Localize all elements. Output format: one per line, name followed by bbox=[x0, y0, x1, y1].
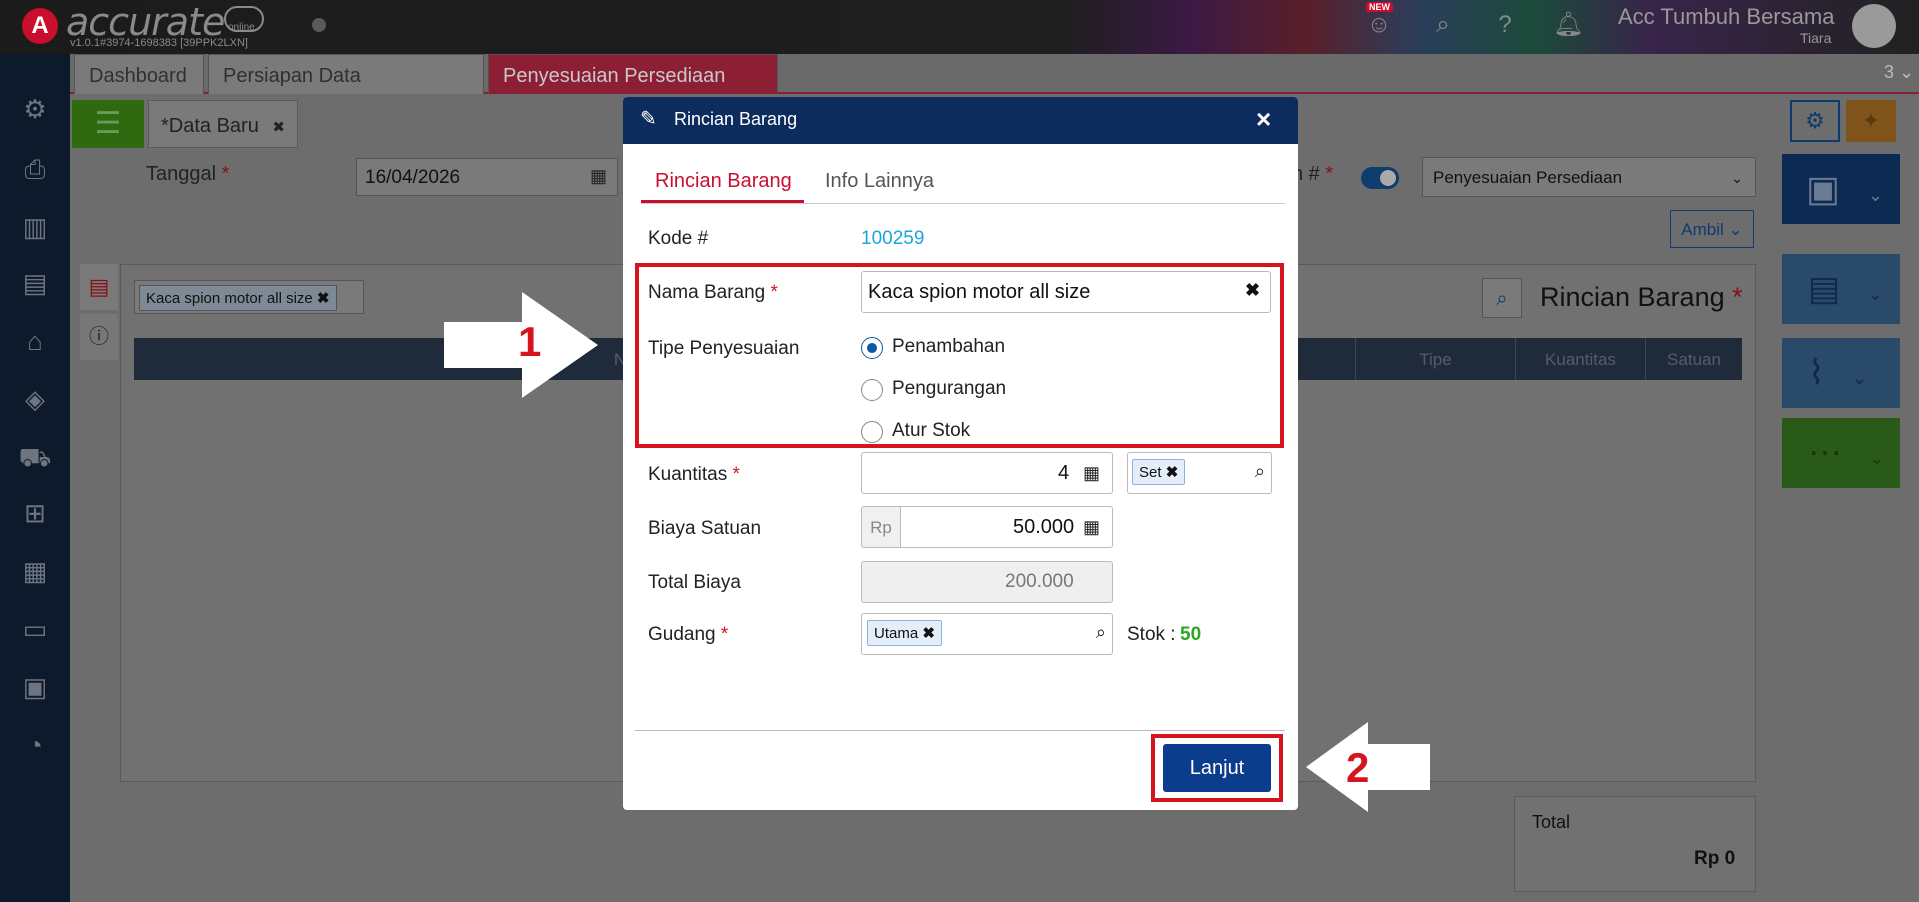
bank-icon[interactable]: ⌂ bbox=[18, 324, 52, 358]
lightbulb-icon[interactable]: ✦ bbox=[1846, 100, 1896, 142]
item-search-input[interactable]: Kaca spion motor all size ✖ bbox=[134, 280, 364, 314]
building-icon[interactable]: ▥ bbox=[18, 210, 52, 244]
subtab-data-baru[interactable]: *Data Baru ✖ bbox=[148, 100, 298, 148]
subtab-label: *Data Baru bbox=[161, 115, 259, 137]
highlight-box-1 bbox=[635, 263, 1284, 448]
active-tab-underline bbox=[641, 200, 804, 203]
logo-sub: online bbox=[228, 22, 255, 33]
report-chart-icon[interactable]: ◔ bbox=[18, 728, 52, 762]
biaya-satuan-input[interactable] bbox=[900, 506, 1113, 548]
user-name: Tiara bbox=[1800, 30, 1832, 46]
status-dot-icon bbox=[312, 18, 326, 32]
tanggal-label: Tanggal * bbox=[146, 163, 230, 185]
chevron-down-icon: ⌄ bbox=[1731, 170, 1743, 186]
kode-value: 100259 bbox=[861, 228, 925, 249]
search-icon[interactable]: ⌕ bbox=[1255, 461, 1265, 482]
ledger-book-icon[interactable]: ▤ bbox=[18, 266, 52, 300]
total-biaya-label: Total Biaya bbox=[648, 572, 741, 593]
lanjut-button[interactable]: Lanjut bbox=[1163, 744, 1271, 792]
tabs-divider bbox=[641, 203, 1285, 204]
list-icon[interactable]: ☰ bbox=[72, 100, 144, 148]
calculator-icon[interactable]: ▦ bbox=[1083, 463, 1100, 484]
total-biaya-value: 200.000 bbox=[1005, 571, 1074, 592]
calculator-icon[interactable]: ▦ bbox=[1083, 517, 1100, 538]
ambil-button[interactable]: Ambil ⌄ bbox=[1670, 210, 1754, 248]
toggle-knob bbox=[1380, 170, 1396, 186]
document-tab-icon[interactable]: ▤ bbox=[80, 264, 118, 310]
mascot-icon[interactable]: ☺ bbox=[1364, 10, 1394, 40]
tab-count[interactable]: 3 ⌄ bbox=[1884, 62, 1914, 83]
item-chip: Kaca spion motor all size ✖ bbox=[139, 285, 337, 311]
tab-label: Penyesuaian Persediaan bbox=[503, 65, 726, 87]
pencil-icon: ✎ bbox=[640, 108, 657, 130]
help-icon[interactable]: ? bbox=[1490, 10, 1520, 40]
gudang-input[interactable]: Utama ✖ ⌕ bbox=[861, 613, 1113, 655]
subtab-close-icon[interactable]: ✖ bbox=[272, 119, 285, 136]
modal-footer-divider bbox=[635, 730, 1285, 731]
kuantitas-label: Kuantitas * bbox=[648, 464, 740, 485]
stok-value: 50 bbox=[1180, 624, 1202, 645]
truck-icon[interactable]: ▭ bbox=[18, 612, 52, 646]
tanggal-input[interactable]: 16/04/2026 bbox=[356, 158, 618, 196]
gear-button[interactable]: ⚙ bbox=[1790, 100, 1840, 142]
money-bag-icon[interactable]: ◈ bbox=[18, 382, 52, 416]
tax-document-icon[interactable]: ▣ bbox=[18, 670, 52, 704]
total-biaya-input bbox=[861, 561, 1113, 603]
version-text: v1.0.1#3974-1698383 [39PPK2LXN] bbox=[70, 37, 248, 49]
step-1-number: 1 bbox=[518, 318, 542, 365]
trolley-icon[interactable]: ⊞ bbox=[18, 496, 52, 530]
avatar[interactable] bbox=[1852, 4, 1896, 48]
document-button[interactable]: ▤ ⌄ bbox=[1782, 254, 1900, 324]
new-badge: NEW bbox=[1366, 2, 1393, 12]
attachment-button[interactable]: ⌇ ⌄ bbox=[1782, 338, 1900, 408]
biaya-satuan-value: 50.000 bbox=[1013, 516, 1075, 538]
tab-persiapan-data[interactable]: Persiapan Data Perusahaan bbox=[208, 54, 484, 129]
chip-close-icon[interactable]: ✖ bbox=[317, 290, 330, 307]
kuantitas-input[interactable] bbox=[861, 452, 1113, 494]
company-name[interactable]: Acc Tumbuh Bersama bbox=[1618, 4, 1834, 30]
settings-gear-icon[interactable]: ⚙ bbox=[18, 92, 52, 126]
step-2-number: 2 bbox=[1346, 744, 1370, 791]
chip-close-icon[interactable]: ✖ bbox=[1166, 464, 1179, 481]
total-value: Rp 0 bbox=[1694, 848, 1736, 869]
currency-prefix: Rp bbox=[861, 506, 901, 548]
bell-icon[interactable]: 🔔︎ bbox=[1553, 10, 1583, 40]
chevron-down-icon: ⌄ bbox=[1728, 220, 1743, 239]
biaya-satuan-label: Biaya Satuan bbox=[648, 518, 762, 539]
warehouse-icon[interactable]: ▦ bbox=[18, 554, 52, 588]
tipe-select[interactable]: Penyesuaian Persediaan ⌄ bbox=[1422, 157, 1756, 197]
column-header[interactable]: Satuan bbox=[1645, 338, 1742, 380]
info-tab-icon[interactable]: ⓘ bbox=[80, 314, 118, 360]
column-header[interactable]: Kuantitas bbox=[1515, 338, 1645, 380]
tab-penyesuaian-persediaan[interactable]: Penyesuaian Persediaan ✖ bbox=[488, 54, 778, 128]
chip-close-icon[interactable]: ✖ bbox=[922, 625, 935, 642]
accurate-logo-icon[interactable]: A bbox=[22, 8, 58, 44]
search-icon[interactable]: ⌕ bbox=[1096, 622, 1106, 643]
tab-dashboard[interactable]: Dashboard bbox=[74, 54, 204, 94]
stok-label: Stok : bbox=[1127, 624, 1176, 645]
search-icon[interactable]: ⌕ bbox=[1482, 278, 1522, 318]
satuan-chip: Set ✖ bbox=[1132, 459, 1186, 485]
gudang-chip: Utama ✖ bbox=[867, 620, 942, 646]
gudang-label: Gudang * bbox=[648, 624, 729, 645]
tab-info-lainnya[interactable]: Info Lainnya bbox=[825, 170, 934, 193]
satuan-input[interactable]: Set ✖ ⌕ bbox=[1127, 452, 1272, 494]
kode-label: Kode # bbox=[648, 228, 709, 249]
save-button[interactable]: ▣ ⌄ bbox=[1782, 154, 1900, 224]
total-box bbox=[1514, 796, 1756, 892]
cart-icon[interactable]: ⛟ bbox=[18, 440, 52, 474]
close-icon[interactable]: × bbox=[1256, 104, 1271, 135]
calendar-icon[interactable]: ▦ bbox=[590, 166, 607, 187]
more-options-button[interactable]: ⋯ ⌄ bbox=[1782, 418, 1900, 488]
number-label: n # * bbox=[1292, 163, 1334, 185]
column-header[interactable]: Tipe bbox=[1355, 338, 1515, 380]
panel-title: Rincian Barang * bbox=[1540, 282, 1743, 312]
modal-title: Rincian Barang bbox=[674, 109, 798, 129]
search-icon[interactable]: ⌕ bbox=[1428, 10, 1458, 40]
kuantitas-value: 4 bbox=[1058, 462, 1070, 484]
tab-rincian-barang[interactable]: Rincian Barang bbox=[655, 170, 792, 193]
printer-icon[interactable]: ⎙ bbox=[18, 152, 52, 186]
total-label: Total bbox=[1532, 812, 1571, 832]
